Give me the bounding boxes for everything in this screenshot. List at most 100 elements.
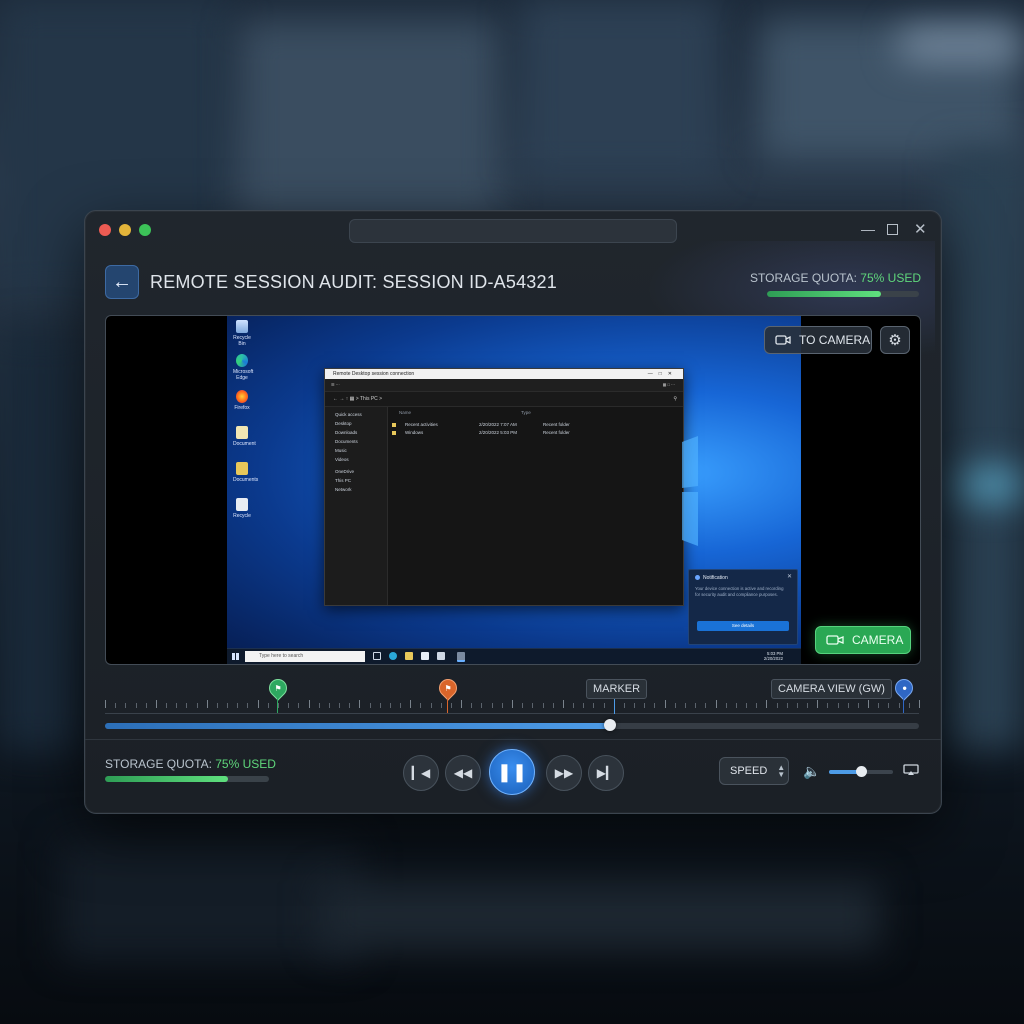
explorer-sidebar-item[interactable]: Quick access <box>325 410 387 419</box>
zoom-dot[interactable] <box>139 224 151 236</box>
mail-taskbar-icon[interactable] <box>437 652 445 660</box>
edge-taskbar-icon[interactable] <box>389 652 397 660</box>
camera-button[interactable]: CAMERA <box>815 626 911 654</box>
close-icon[interactable]: ✕ <box>914 220 927 238</box>
store-taskbar-icon[interactable] <box>421 652 429 660</box>
camera-view-label[interactable]: CAMERA VIEW (GW) <box>771 679 892 699</box>
explorer-file-name: Recent activities <box>405 422 438 427</box>
marker-label[interactable]: MARKER <box>586 679 648 699</box>
timeline-tick <box>400 703 402 708</box>
pause-icon: ❚❚ <box>496 761 528 782</box>
timeline-tick <box>206 700 208 708</box>
taskbar-search-input[interactable]: Type here to search <box>245 651 365 662</box>
notification-body: Your device connection is active and rec… <box>695 586 784 597</box>
explorer-file-date: 2/20/2022 7:07 AM <box>479 422 517 427</box>
notification-action-button[interactable]: See details <box>697 621 789 631</box>
timeline-tick <box>349 703 351 708</box>
notification-toast[interactable]: Notification ✕ Your device connection is… <box>688 569 798 645</box>
timeline-tick <box>135 703 137 708</box>
scrubber-handle[interactable] <box>603 719 616 731</box>
timeline-tick <box>603 703 605 708</box>
explorer-view-options-icon[interactable]: ▦ □ ⋯ <box>663 379 675 391</box>
explorer-column-headers: Name Type <box>399 410 531 415</box>
minimize-icon[interactable]: — <box>861 221 875 237</box>
explorer-sidebar-item[interactable]: Documents <box>325 437 387 446</box>
flag-marker-green[interactable]: ⚑ <box>265 675 291 701</box>
volume-slider[interactable] <box>829 766 893 777</box>
explorer-file-row[interactable]: Recent activities 2/20/2022 7:07 AM Recent… <box>391 421 683 429</box>
timeline-tick <box>552 703 554 708</box>
address-bar[interactable] <box>349 219 677 243</box>
explorer-sidebar-item[interactable]: Downloads <box>325 428 387 437</box>
notification-icon <box>695 575 700 580</box>
timeline-tick <box>216 703 218 708</box>
timeline-tick <box>583 703 585 708</box>
marker-line-blue <box>903 698 904 713</box>
explorer-file-type: Recent folder <box>543 422 570 427</box>
timeline-tick <box>532 703 534 708</box>
storage-quota-label: STORAGE QUOTA: <box>750 271 861 285</box>
storage-quota-header: STORAGE QUOTA: 75% USED <box>750 271 921 285</box>
explorer-address-bar[interactable]: ← → ↑ ▦ > This PC > ⚲ <box>325 392 683 407</box>
file-explorer-window[interactable]: Remote Desktop session connection —□✕ ☰ … <box>324 368 684 606</box>
timeline-tick <box>257 700 259 708</box>
cast-icon[interactable] <box>903 764 919 776</box>
explorer-search-icon[interactable]: ⚲ <box>673 392 677 406</box>
timeline-tick <box>491 703 493 708</box>
fast-forward-button[interactable]: ▶▶ <box>546 755 582 791</box>
timeline-tick <box>644 703 646 708</box>
maximize-icon[interactable] <box>887 222 898 238</box>
explorer-sidebar-item[interactable]: Network <box>325 485 387 494</box>
timeline-tick <box>776 703 778 708</box>
explorer-sidebar-item[interactable]: This PC <box>325 476 387 485</box>
speed-label: SPEED <box>730 765 768 777</box>
timeline-tick <box>308 700 310 708</box>
timeline-tick <box>359 700 361 708</box>
task-view-icon[interactable] <box>373 652 381 660</box>
timeline-tick <box>450 703 452 708</box>
timeline-tick <box>715 700 717 708</box>
explorer-file-name: Windows <box>405 430 424 435</box>
volume-icon[interactable]: 🔈 <box>803 763 820 780</box>
skip-previous-button[interactable]: ▎◀ <box>403 755 439 791</box>
firefox-icon: Firefox <box>233 390 251 411</box>
minimize-dot[interactable] <box>119 224 131 236</box>
explorer-sidebar-item[interactable]: Videos <box>325 455 387 464</box>
settings-button[interactable]: ⚙ <box>880 326 910 354</box>
pause-button[interactable]: ❚❚ <box>489 749 535 795</box>
storage-quota-label: STORAGE QUOTA: <box>105 757 216 771</box>
folder-icon <box>392 431 396 435</box>
notification-heading: Notification <box>703 575 728 581</box>
remote-desktop: Recycle Bin Microsoft Edge Firefox Docum… <box>227 316 801 664</box>
explorer-sidebar-item[interactable]: OneDrive <box>325 467 387 476</box>
timeline-tick <box>542 703 544 708</box>
page-title: REMOTE SESSION AUDIT: SESSION ID-A54321 <box>150 272 557 292</box>
explorer-sidebar-item[interactable]: Desktop <box>325 419 387 428</box>
explorer-taskbar-icon[interactable] <box>405 652 413 660</box>
back-button[interactable]: ← <box>105 265 139 299</box>
close-dot[interactable] <box>99 224 111 236</box>
flag-marker-orange[interactable]: ⚑ <box>435 675 461 701</box>
timeline-tick <box>186 703 188 708</box>
explorer-sidebar-item[interactable]: Music <box>325 446 387 455</box>
timeline-tick <box>237 703 239 708</box>
playback-scrubber[interactable] <box>105 719 919 731</box>
to-camera-label: TO CAMERA <box>799 333 871 347</box>
storage-quota-footer: STORAGE QUOTA: 75% USED <box>105 757 276 771</box>
rewind-button[interactable]: ◀◀ <box>445 755 481 791</box>
skip-next-button[interactable]: ▶▎ <box>588 755 624 791</box>
explorer-file-row[interactable]: Windows 2/20/2022 5:03 PM Recent folder <box>391 429 683 437</box>
playback-progress <box>105 723 610 729</box>
timeline-tick <box>634 703 636 708</box>
volume-handle[interactable] <box>856 766 867 777</box>
to-camera-button[interactable]: TO CAMERA <box>764 326 872 354</box>
active-app-taskbar-icon[interactable] <box>457 652 465 662</box>
session-viewer[interactable]: Recycle Bin Microsoft Edge Firefox Docum… <box>105 315 921 665</box>
explorer-window-controls[interactable]: —□✕ <box>648 369 678 379</box>
timeline-tick <box>674 703 676 708</box>
speed-select[interactable]: SPEED ▲ ▼ <box>719 757 789 785</box>
camera-view-marker[interactable]: ● <box>891 675 917 701</box>
notification-close-icon[interactable]: ✕ <box>787 573 792 580</box>
timeline-tick <box>115 703 117 708</box>
start-icon[interactable] <box>232 653 239 660</box>
